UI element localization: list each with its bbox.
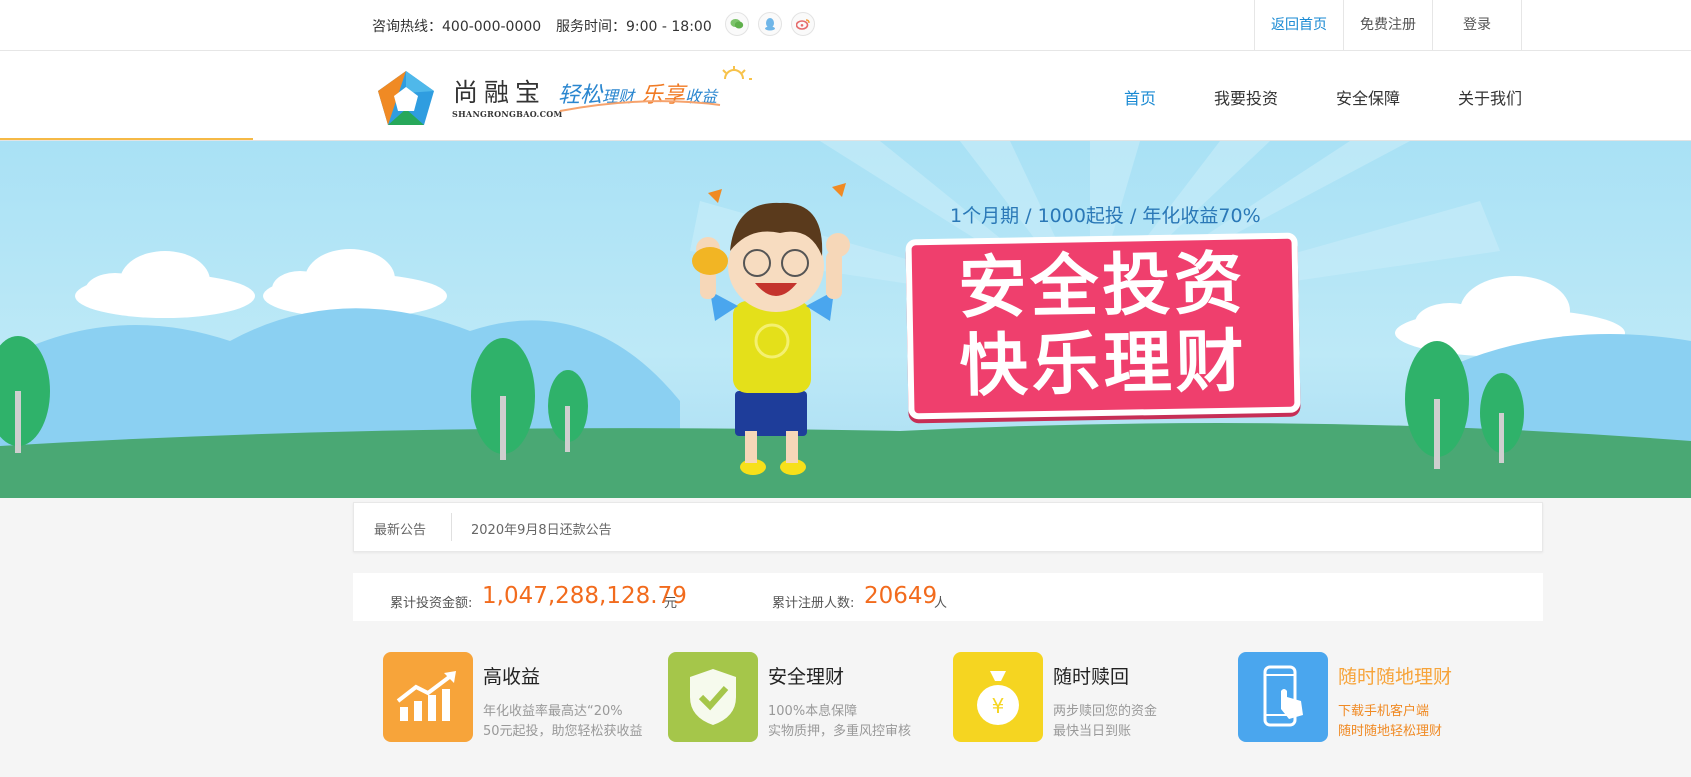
header-accent-line (0, 138, 253, 140)
feature-desc-1: 年化收益率最高达“20% (483, 704, 623, 719)
register-total-value: 20649 (864, 583, 938, 609)
hotline-text: 咨询热线：400-000-0000 (372, 19, 542, 35)
service-time-text: 服务时间：9:00 - 18:00 (556, 19, 712, 35)
feature-redeem[interactable]: ¥ 随时赎回 两步赎回您的资金 最快当日到账 (953, 652, 1223, 742)
notice-label: 最新公告 (374, 523, 427, 538)
main-header: 尚融宝 SHANGRONGBAO.COM 轻松理财 乐享收益 首页 我要投资 安… (0, 51, 1691, 141)
money-bag-icon: ¥ (953, 652, 1043, 742)
logo-domain: SHANGRONGBAO.COM (452, 109, 563, 119)
mobile-touch-icon (1238, 652, 1328, 742)
banner-title-line1: 安全投资 (957, 244, 1247, 329)
nav-about[interactable]: 关于我们 (1458, 85, 1522, 109)
feature-desc-1: 两步赎回您的资金 (1053, 704, 1158, 719)
feature-title: 随时赎回 (1053, 666, 1130, 688)
banner-subtitle: 1个月期 / 1000起投 / 年化收益70% (950, 205, 1261, 227)
invest-total-label: 累计投资金额: (390, 596, 473, 611)
slogan-swoosh-icon (559, 66, 752, 112)
feature-title: 随时随地理财 (1338, 666, 1453, 688)
nav-home[interactable]: 首页 (1124, 85, 1156, 109)
feature-desc-1: 100%本息保障 (768, 704, 858, 719)
banner-scenery (0, 141, 1691, 498)
notice-bar: 最新公告 2020年9月8日还款公告 (353, 502, 1543, 552)
feature-title: 高收益 (483, 666, 541, 688)
notice-divider (451, 513, 452, 541)
register-total-label: 累计注册人数: (772, 596, 855, 611)
feature-desc-2: 随时随地轻松理财 (1338, 724, 1443, 739)
login-link[interactable]: 登录 (1433, 0, 1522, 50)
feature-high-yield[interactable]: 高收益 年化收益率最高达“20% 50元起投，助您轻松获收益 (383, 652, 653, 742)
weibo-icon[interactable] (791, 12, 815, 36)
free-register-link[interactable]: 免费注册 (1344, 0, 1433, 50)
nav-invest[interactable]: 我要投资 (1214, 85, 1278, 109)
feature-desc-2: 50元起投，助您轻松获收益 (483, 724, 643, 739)
back-home-link[interactable]: 返回首页 (1255, 0, 1344, 50)
qq-icon[interactable] (758, 12, 782, 36)
feature-desc-2: 最快当日到账 (1053, 724, 1132, 739)
feature-safe-finance[interactable]: 安全理财 100%本息保障 实物质押，多重风控审核 (668, 652, 938, 742)
feature-desc-1: 下载手机客户端 (1338, 704, 1430, 719)
feature-title: 安全理财 (768, 666, 845, 688)
top-links: 返回首页 免费注册 登录 (1254, 0, 1522, 50)
chart-up-icon (383, 652, 473, 742)
stats-bar: 累计投资金额: 1,047,288,128.79 元 累计注册人数: 20649… (353, 573, 1543, 621)
logo-icon[interactable] (376, 69, 436, 127)
feature-mobile[interactable]: 随时随地理财 下载手机客户端 随时随地轻松理财 (1238, 652, 1508, 742)
banner-title: 安全投资 快乐理财 (905, 232, 1301, 420)
notice-item-link[interactable]: 2020年9月8日还款公告 (471, 519, 612, 538)
wechat-icon[interactable] (725, 12, 749, 36)
top-bar: 咨询热线：400-000-0000 服务时间：9:00 - 18:00 返回首页… (0, 0, 1691, 51)
nav-security[interactable]: 安全保障 (1336, 85, 1400, 109)
invest-total-unit: 元 (664, 596, 678, 611)
shield-check-icon (668, 652, 758, 742)
register-total-unit: 人 (934, 596, 948, 611)
invest-total-value: 1,047,288,128.79 (482, 583, 687, 609)
logo-name: 尚融宝 (453, 78, 547, 107)
hero-banner[interactable]: 1个月期 / 1000起投 / 年化收益70% 安全投资 快乐理财 (0, 141, 1691, 498)
svg-text:¥: ¥ (992, 694, 1005, 718)
feature-desc-2: 实物质押，多重风控审核 (768, 724, 912, 739)
banner-title-line2: 快乐理财 (958, 322, 1249, 407)
